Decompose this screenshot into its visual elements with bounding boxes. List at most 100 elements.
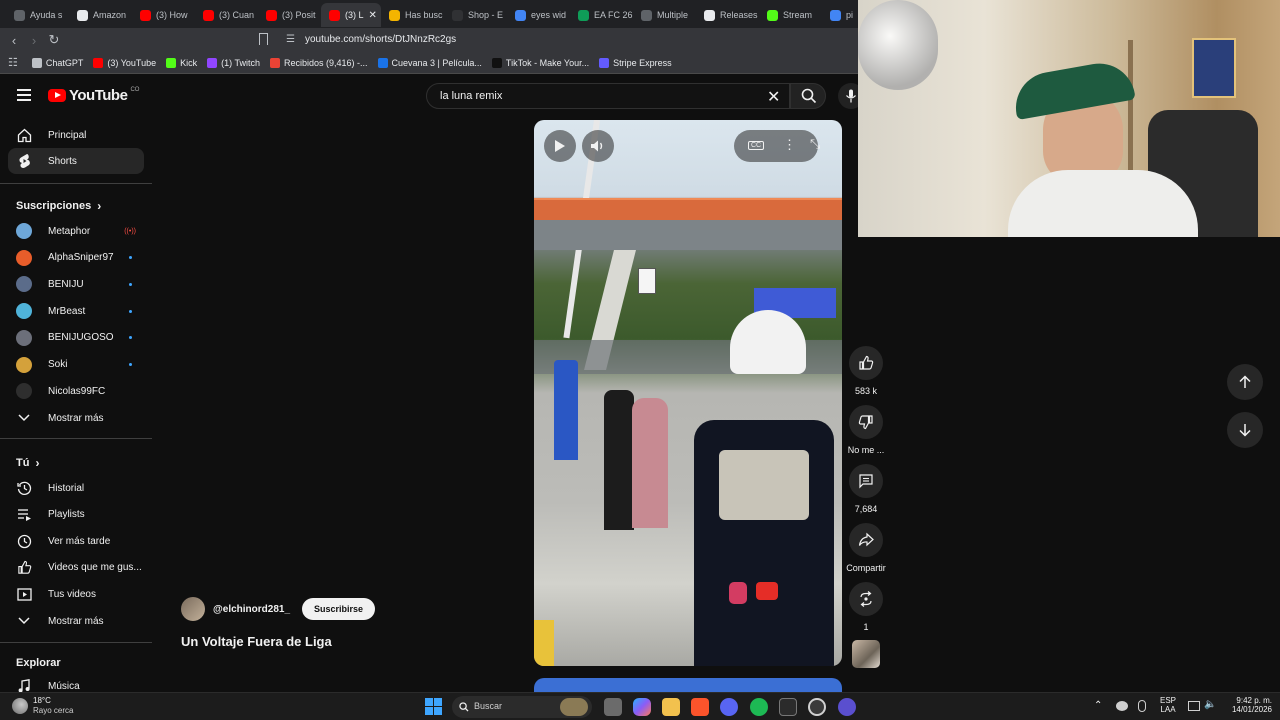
tab-favicon-icon — [14, 9, 25, 21]
share-action[interactable]: Compartir — [846, 523, 886, 573]
like-action[interactable]: 583 k — [846, 346, 886, 396]
browser-tab[interactable]: Multiple — [633, 3, 696, 27]
browser-tab[interactable]: (3) Cuan — [195, 3, 258, 27]
you-heading[interactable]: Tú › — [16, 456, 39, 470]
taskbar-search[interactable]: Buscar — [452, 696, 592, 718]
spotify-icon[interactable] — [750, 698, 768, 716]
bookmark-item[interactable]: ChatGPT — [31, 57, 83, 68]
tray-chevron-icon[interactable]: ⌃ — [1094, 700, 1102, 711]
share-button[interactable] — [849, 523, 883, 557]
browser-tab[interactable]: Ayuda s — [6, 3, 69, 27]
remix-button[interactable] — [849, 582, 883, 616]
previous-short-button[interactable] — [1227, 364, 1263, 400]
show-more-you[interactable]: Mostrar más — [8, 608, 144, 634]
site-info-icon[interactable]: ☰ — [286, 34, 295, 45]
comments-action[interactable]: 7,684 — [846, 464, 886, 514]
you-item[interactable]: Tus videos — [8, 581, 144, 607]
app-icon[interactable] — [838, 698, 856, 716]
weather-icon[interactable] — [12, 698, 28, 714]
show-more-subscriptions[interactable]: Mostrar más — [8, 405, 144, 431]
you-item[interactable]: Videos que me gus... — [8, 555, 144, 581]
browser-tab[interactable]: eyes wid — [507, 3, 570, 27]
back-icon[interactable]: ‹ — [4, 33, 24, 48]
keyboard-language[interactable]: ESP LAA — [1160, 696, 1176, 714]
discord-icon[interactable] — [720, 698, 738, 716]
sidebar-item-principal[interactable]: Principal — [8, 122, 144, 148]
obs-icon[interactable] — [808, 698, 826, 716]
browser-tab[interactable]: Stream — [759, 3, 822, 27]
browser-tab[interactable]: Releases — [696, 3, 759, 27]
channel-avatar[interactable] — [181, 597, 205, 621]
browser-tab[interactable]: (3) How — [132, 3, 195, 27]
volume-button[interactable] — [582, 130, 614, 162]
next-short-button[interactable] — [1227, 412, 1263, 448]
comments-button[interactable] — [849, 464, 883, 498]
search-button[interactable] — [790, 83, 826, 109]
bookmark-item[interactable]: (3) YouTube — [93, 57, 156, 68]
browser-tab[interactable]: (3) Posit — [258, 3, 321, 27]
bookmark-star-icon[interactable] — [259, 33, 268, 45]
subscription-item[interactable]: BENIJUGOSO — [8, 325, 144, 351]
short-video-player[interactable]: CC ⋮ ⤡ — [534, 120, 842, 666]
bookmark-item[interactable]: Cuevana 3 | Película... — [377, 57, 482, 68]
file-explorer-icon[interactable] — [662, 698, 680, 716]
you-item[interactable]: Playlists — [8, 502, 144, 528]
windows-start-icon[interactable] — [425, 698, 442, 715]
subscriptions-heading[interactable]: Suscripciones › — [16, 199, 101, 213]
next-short-preview[interactable] — [534, 678, 842, 692]
captions-icon[interactable]: CC — [748, 141, 765, 150]
sidebar-item-music[interactable]: Música — [8, 673, 144, 692]
browser-tab[interactable]: Has busc — [381, 3, 444, 27]
search-input[interactable]: la luna remix — [440, 90, 502, 102]
weather-description[interactable]: Rayo cerca — [33, 706, 73, 715]
subscription-item[interactable]: Metaphor ((•)) — [8, 218, 144, 244]
tray-mic-icon[interactable] — [1138, 700, 1146, 712]
url-text[interactable]: youtube.com/shorts/DtJNnzRc2gs — [305, 34, 456, 45]
remix-action[interactable]: 1 — [846, 582, 886, 632]
channel-name[interactable]: @elchinord281_ — [213, 604, 290, 615]
browser-tab[interactable]: EA FC 26 — [570, 3, 633, 27]
bookmark-item[interactable]: Recibidos (9,416) -... — [269, 57, 368, 68]
copilot-icon[interactable] — [633, 698, 651, 716]
sidebar-item-shorts[interactable]: Shorts — [8, 148, 144, 174]
browser-tab[interactable]: (3) L ✕ — [321, 3, 381, 27]
weather-temperature[interactable]: 18°C — [33, 696, 51, 705]
clock[interactable]: 9:42 p. m. 14/01/2026 — [1222, 696, 1272, 714]
browser-tab[interactable]: Shop - E — [444, 3, 507, 27]
brave-browser-icon[interactable] — [691, 698, 709, 716]
you-item[interactable]: Ver más tarde — [8, 528, 144, 554]
dislike-action[interactable]: No me ... — [846, 405, 886, 455]
bookmark-item[interactable]: TikTok - Make Your... — [491, 57, 589, 68]
subscribe-button[interactable]: Suscribirse — [302, 598, 376, 620]
audio-mixer-icon[interactable] — [779, 698, 797, 716]
forward-icon[interactable]: › — [24, 33, 44, 48]
youtube-logo[interactable]: YouTube CO — [48, 87, 139, 104]
subscription-item[interactable]: MrBeast — [8, 298, 144, 324]
subscription-item[interactable]: Soki — [8, 352, 144, 378]
reload-icon[interactable]: ↻ — [44, 32, 64, 48]
subscription-item[interactable]: AlphaSniper97 — [8, 245, 144, 271]
search-box[interactable]: la luna remix ✕ — [426, 83, 790, 109]
fullscreen-icon[interactable]: ⤡ — [810, 136, 820, 152]
bookmark-item[interactable]: (1) Twitch — [207, 57, 260, 68]
menu-icon[interactable] — [17, 89, 31, 104]
subscription-item[interactable]: BENIJU — [8, 271, 144, 297]
dislike-button[interactable] — [849, 405, 883, 439]
tray-cloud-icon[interactable] — [1116, 701, 1128, 711]
task-view-icon[interactable] — [604, 698, 622, 716]
bookmark-item[interactable]: Kick — [166, 57, 197, 68]
sound-thumbnail[interactable] — [852, 640, 880, 668]
more-options-icon[interactable]: ⋮ — [783, 137, 796, 153]
browser-tab[interactable]: Amazon — [69, 3, 132, 27]
subscription-item[interactable]: Nicolas99FC — [8, 378, 144, 404]
tab-close-icon[interactable]: ✕ — [369, 10, 377, 21]
clear-search-icon[interactable]: ✕ — [767, 87, 780, 107]
you-item[interactable]: Historial — [8, 475, 144, 501]
short-title[interactable]: Un Voltaje Fuera de Liga — [181, 634, 332, 649]
bookmark-item[interactable]: Stripe Express — [599, 57, 672, 68]
network-icon[interactable] — [1188, 701, 1200, 711]
apps-grid-icon[interactable]: ☷ — [8, 56, 18, 69]
volume-icon[interactable]: 🔈 — [1204, 699, 1216, 710]
like-button[interactable] — [849, 346, 883, 380]
play-button[interactable] — [544, 130, 576, 162]
